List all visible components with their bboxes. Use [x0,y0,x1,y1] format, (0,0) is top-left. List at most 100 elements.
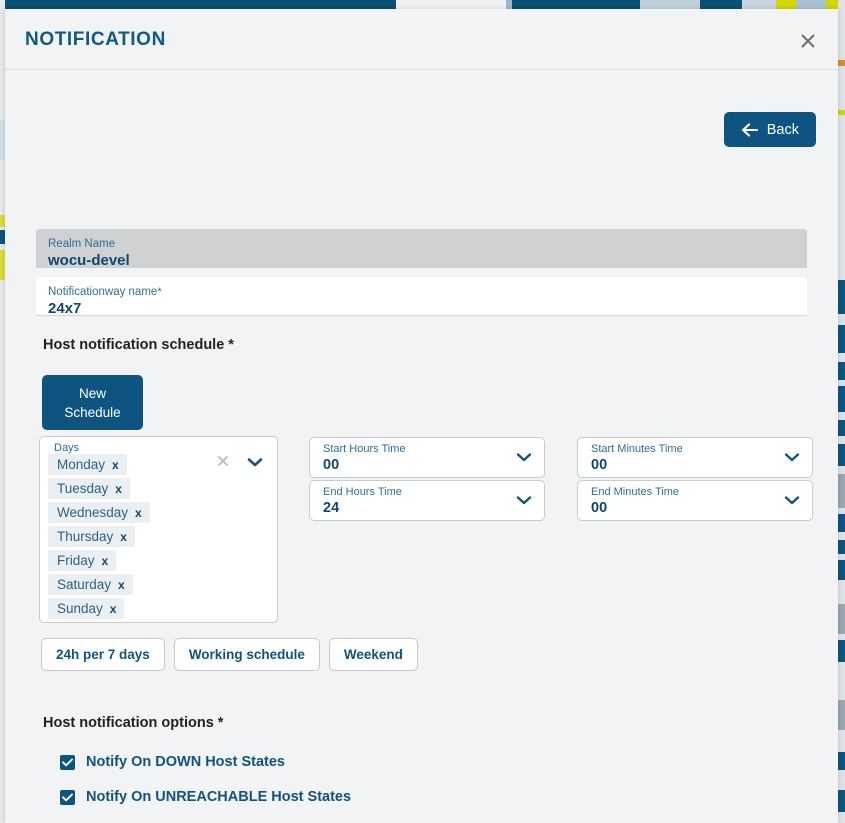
chevron-down-icon[interactable] [516,493,532,511]
start-hours-time-value: 00 [323,457,340,473]
day-chip-label: Saturday [57,577,112,592]
background-block [838,752,845,770]
close-icon[interactable] [794,27,822,55]
remove-day-icon[interactable]: x [120,530,127,544]
days-multiselect[interactable]: Days Monday x Tuesday x Wednesday x Thur… [39,436,278,623]
chevron-down-icon[interactable] [784,450,800,468]
background-block [838,362,845,380]
end-hours-time-select[interactable]: End Hours Time 24 [309,480,545,521]
background-block [838,325,845,353]
background-block [838,790,845,812]
day-chip[interactable]: Wednesday x [48,502,150,523]
day-chip-label: Sunday [57,601,103,616]
day-chip-label: Thursday [57,529,114,544]
option-label: Notify On DOWN Host States [86,754,285,770]
background-block [838,604,845,634]
remove-day-icon[interactable]: x [110,602,117,616]
checkbox-checked-icon[interactable] [60,789,75,805]
new-schedule-line2: Schedule [64,404,121,420]
realm-name-value: wocu-devel [48,252,130,269]
day-chip[interactable]: Monday x [48,454,127,475]
option-label: Notify On UNREACHABLE Host States [86,789,352,805]
notificationway-name-label-text: Notificationway name [48,286,158,298]
navbar-tile [742,0,776,9]
remove-day-icon[interactable]: x [112,458,119,472]
modal-header: NOTIFICATION [5,9,838,70]
arrow-left-icon [741,122,758,137]
background-block [838,444,845,466]
schedule-preset-buttons: 24h per 7 days Working schedule Weekend [41,638,418,671]
end-hours-time-value: 24 [323,500,340,516]
background-block [838,280,845,314]
realm-name-field: Realm Name wocu-devel [36,229,807,269]
day-chip[interactable]: Friday x [48,550,117,571]
back-button-label: Back [766,121,799,138]
start-minutes-time-value: 00 [591,457,608,473]
background-block [838,386,845,412]
start-minutes-time-select[interactable]: Start Minutes Time 00 [577,437,813,478]
host-notification-schedule-heading: Host notification schedule * [43,337,234,353]
modal-body: Back Realm Name wocu-devel Notificationw… [5,70,838,823]
host-notification-options-heading-text: Host notification options [43,715,214,731]
navbar-tile [776,0,796,9]
page-title: NOTIFICATION [25,29,166,50]
notification-modal: NOTIFICATION Back Realm Name wocu-devel [5,9,838,823]
navbar-tile [700,0,742,9]
day-chip[interactable]: Sunday x [48,598,125,619]
preset-24h-per-7-days-button[interactable]: 24h per 7 days [41,638,165,671]
preset-weekend-button[interactable]: Weekend [328,638,418,671]
remove-day-icon[interactable]: x [135,506,142,520]
background-block [838,110,845,115]
end-minutes-time-select[interactable]: End Minutes Time 00 [577,480,813,521]
end-minutes-time-label: End Minutes Time [591,486,680,498]
day-chip[interactable]: Thursday x [48,526,135,547]
background-block [838,514,845,532]
remove-day-icon[interactable]: x [102,554,109,568]
start-hours-time-select[interactable]: Start Hours Time 00 [309,437,545,478]
back-button[interactable]: Back [723,112,816,147]
day-chip-label: Friday [57,553,95,568]
checkbox-checked-icon[interactable] [60,754,75,770]
background-block [838,700,845,730]
chevron-down-icon[interactable] [784,493,800,511]
days-chip-list: Monday x Tuesday x Wednesday x Thursday … [48,454,269,622]
required-asterisk: * [228,337,234,353]
option-notify-down[interactable]: Notify On DOWN Host States [60,754,285,770]
day-chip-label: Monday [57,457,106,472]
chevron-down-icon[interactable] [516,450,532,468]
new-schedule-button[interactable]: New Schedule [42,375,143,430]
option-notify-unreachable[interactable]: Notify On UNREACHABLE Host States [60,789,351,805]
day-chip[interactable]: Tuesday x [48,478,130,499]
background-block [838,560,845,580]
remove-day-icon[interactable]: x [118,578,125,592]
navbar-tile [396,0,506,9]
start-hours-time-label: Start Hours Time [323,443,406,455]
background-block [838,640,845,662]
realm-name-label: Realm Name [48,238,116,250]
navbar-tile [640,0,700,9]
required-asterisk: * [217,715,224,731]
day-chip-label: Tuesday [57,481,109,496]
background-block [838,474,845,508]
background-block [838,420,845,436]
chevron-down-icon[interactable] [247,455,263,473]
notificationway-name-label: Notificationway name* [36,277,807,299]
notificationway-name-value[interactable]: 24x7 [36,299,807,326]
remove-day-icon[interactable]: x [115,482,122,496]
back-button-row: Back [723,112,816,147]
start-minutes-time-label: Start Minutes Time [591,443,683,455]
navbar-tile [506,0,512,9]
new-schedule-line1: New [78,385,106,401]
host-notification-options-heading: Host notification options * [43,715,223,731]
day-chip[interactable]: Saturday x [48,574,133,595]
host-notification-schedule-heading-text: Host notification schedule [43,337,225,353]
end-hours-time-label: End Hours Time [323,486,402,498]
navbar-tile [796,0,826,9]
preset-working-schedule-button[interactable]: Working schedule [173,638,320,671]
notificationway-name-field[interactable]: Notificationway name* 24x7 [36,277,807,317]
background-block [838,540,845,554]
clear-x-icon[interactable] [216,454,230,471]
day-chip-label: Wednesday [57,505,129,520]
background-block [838,60,845,66]
required-asterisk: * [157,286,162,298]
